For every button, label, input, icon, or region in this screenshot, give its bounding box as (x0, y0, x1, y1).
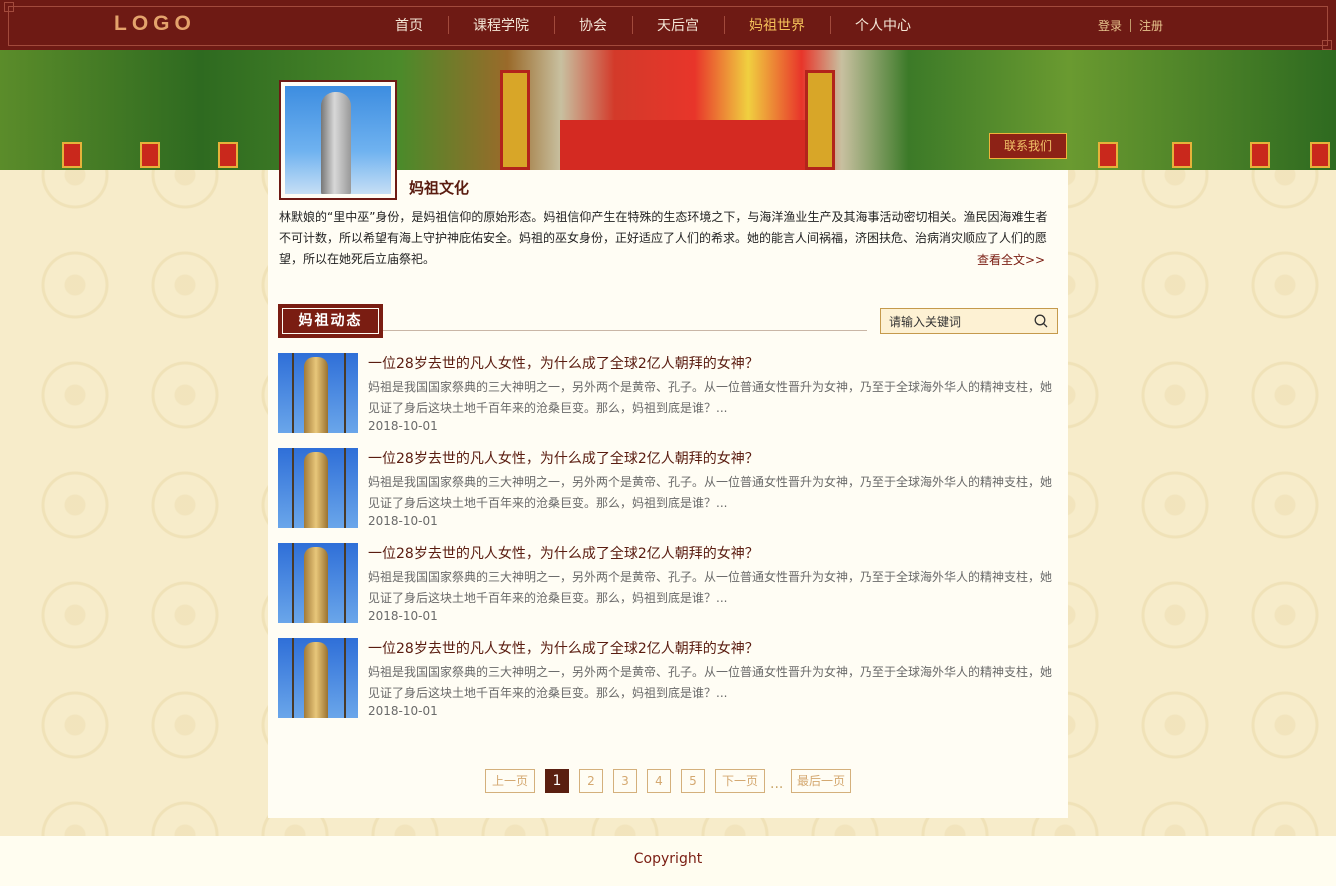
auth-links: 登录 注册 (1098, 17, 1163, 34)
news-thumbnail[interactable] (278, 638, 358, 718)
news-title[interactable]: 一位28岁去世的凡人女性，为什么成了全球2亿人朝拜的女神？ (368, 638, 759, 658)
culture-description: 林默娘的“里中巫”身份，是妈祖信仰的原始形态。妈祖信仰产生在特殊的生态环境之下，… (279, 210, 1048, 266)
nav-item-tianhou-palace[interactable]: 天后宫 (632, 15, 724, 35)
news-item[interactable]: 一位28岁去世的凡人女性，为什么成了全球2亿人朝拜的女神？ 妈祖是我国国家祭典的… (278, 638, 1058, 718)
page-button-3[interactable]: 3 (613, 769, 637, 793)
banner-lantern (140, 142, 160, 168)
auth-divider (1130, 19, 1132, 32)
banner-lantern (1098, 142, 1118, 168)
login-link[interactable]: 登录 (1098, 17, 1122, 34)
pagination-ellipsis: ... (770, 776, 784, 792)
contact-us-button[interactable]: 联系我们 (989, 133, 1067, 159)
nav-item-home[interactable]: 首页 (370, 15, 448, 35)
banner-sign-right (805, 70, 835, 170)
page-button-2[interactable]: 2 (579, 769, 603, 793)
banner-temple-steps (560, 120, 810, 170)
news-thumbnail[interactable] (278, 353, 358, 433)
search-input[interactable] (889, 313, 1029, 331)
prev-page-button[interactable]: 上一页 (485, 769, 535, 793)
news-date: 2018-10-01 (368, 704, 438, 718)
mazu-portrait (279, 80, 397, 200)
culture-title: 妈祖文化 (409, 179, 470, 197)
news-summary: 妈祖是我国国家祭典的三大神明之一，另外两个是黄帝、孔子。从一位普通女性晋升为女神… (368, 475, 1053, 510)
news-section-title: 妈祖动态 (278, 304, 383, 338)
last-page-button[interactable]: 最后一页 (791, 769, 851, 793)
section-divider (383, 330, 867, 331)
news-thumbnail[interactable] (278, 448, 358, 528)
news-item[interactable]: 一位28岁去世的凡人女性，为什么成了全球2亿人朝拜的女神？ 妈祖是我国国家祭典的… (278, 353, 1058, 433)
nav-item-personal-center[interactable]: 个人中心 (830, 15, 936, 35)
news-title[interactable]: 一位28岁去世的凡人女性，为什么成了全球2亿人朝拜的女神？ (368, 543, 759, 563)
news-date: 2018-10-01 (368, 609, 438, 623)
read-more-link[interactable]: 查看全文>> (977, 251, 1045, 268)
news-title[interactable]: 一位28岁去世的凡人女性，为什么成了全球2亿人朝拜的女神？ (368, 448, 759, 468)
nav-item-association[interactable]: 协会 (554, 15, 632, 35)
page-button-1[interactable]: 1 (545, 769, 569, 793)
news-item[interactable]: 一位28岁去世的凡人女性，为什么成了全球2亿人朝拜的女神？ 妈祖是我国国家祭典的… (278, 448, 1058, 528)
news-item[interactable]: 一位28岁去世的凡人女性，为什么成了全球2亿人朝拜的女神？ 妈祖是我国国家祭典的… (278, 543, 1058, 623)
statue-shape (321, 92, 351, 194)
footer: Copyright (0, 836, 1336, 886)
news-date: 2018-10-01 (368, 419, 438, 433)
news-thumbnail[interactable] (278, 543, 358, 623)
nav-item-courses[interactable]: 课程学院 (448, 15, 554, 35)
copyright-text: Copyright (633, 851, 703, 867)
banner-sign-left (500, 70, 530, 170)
top-header: LOGO 首页 课程学院 协会 天后宫 妈祖世界 个人中心 登录 注册 (0, 0, 1336, 50)
next-page-button[interactable]: 下一页 (715, 769, 765, 793)
banner-lantern (62, 142, 82, 168)
register-link[interactable]: 注册 (1139, 17, 1163, 34)
news-title[interactable]: 一位28岁去世的凡人女性，为什么成了全球2亿人朝拜的女神？ (368, 353, 759, 373)
news-summary: 妈祖是我国国家祭典的三大神明之一，另外两个是黄帝、孔子。从一位普通女性晋升为女神… (368, 380, 1053, 415)
search-icon[interactable] (1034, 314, 1048, 328)
banner-lantern (1172, 142, 1192, 168)
news-date: 2018-10-01 (368, 514, 438, 528)
page-button-4[interactable]: 4 (647, 769, 671, 793)
news-summary: 妈祖是我国国家祭典的三大神明之一，另外两个是黄帝、孔子。从一位普通女性晋升为女神… (368, 665, 1053, 700)
news-summary: 妈祖是我国国家祭典的三大神明之一，另外两个是黄帝、孔子。从一位普通女性晋升为女神… (368, 570, 1053, 605)
main-nav: 首页 课程学院 协会 天后宫 妈祖世界 个人中心 (370, 0, 936, 50)
hero-banner (0, 50, 1336, 170)
search-box (880, 308, 1058, 334)
page-button-5[interactable]: 5 (681, 769, 705, 793)
nav-item-mazu-world[interactable]: 妈祖世界 (724, 15, 830, 35)
banner-lantern (218, 142, 238, 168)
logo[interactable]: LOGO (114, 12, 196, 36)
mazu-statue-image (285, 86, 391, 194)
banner-lantern (1250, 142, 1270, 168)
banner-lantern (1310, 142, 1330, 168)
